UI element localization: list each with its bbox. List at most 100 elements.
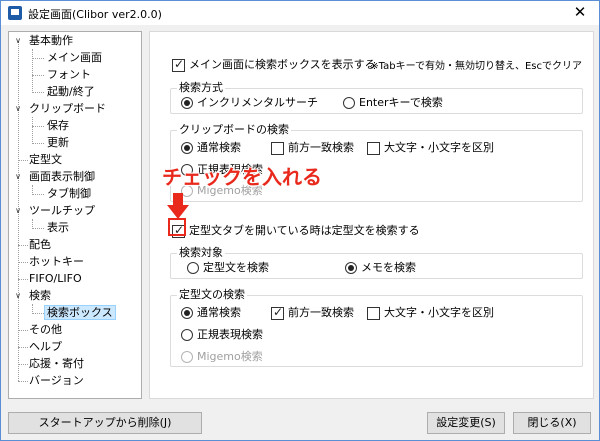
tree-item-label: ツールチップ: [29, 204, 95, 217]
tree-item[interactable]: メイン画面: [45, 49, 104, 66]
apply-button[interactable]: 設定変更(S): [427, 412, 505, 434]
tree-item[interactable]: FIFO/LIFO: [27, 270, 84, 287]
clipboard-search-title: クリップボードの検索: [177, 123, 291, 136]
tree-item[interactable]: ホットキー: [27, 253, 86, 270]
tree-item[interactable]: 更新: [45, 134, 71, 151]
tpl-normal-option[interactable]: 通常検索: [181, 306, 241, 320]
target-template-label: 定型文を検索: [203, 261, 269, 274]
incremental-option[interactable]: インクリメンタルサーチ: [181, 96, 318, 110]
tree-connector: [32, 126, 44, 127]
settings-window: 設定画面(Clibor ver2.0.0) ✕ ∨ 基本動作メイン画面フォント起動…: [0, 0, 600, 441]
tpl-regex-option[interactable]: 正規表現検索: [181, 328, 263, 342]
tree-branch-line: [32, 304, 33, 312]
tree-item[interactable]: 保存: [45, 117, 71, 134]
tree-connector: [32, 75, 44, 76]
tree-item[interactable]: 定型文: [27, 151, 64, 168]
tree-item[interactable]: 検索: [27, 287, 53, 304]
tree-connector: [32, 58, 44, 59]
tree-item[interactable]: 表示: [45, 219, 71, 236]
tree-item[interactable]: その他: [27, 321, 64, 338]
tree-item[interactable]: 画面表示制御: [27, 168, 97, 185]
enter-search-radio[interactable]: [343, 97, 355, 109]
clip-normal-radio[interactable]: [181, 142, 193, 154]
tree-item-label: 基本動作: [29, 34, 73, 47]
tree-item[interactable]: 起動/終了: [45, 83, 97, 100]
show-searchbox-option[interactable]: メイン画面に検索ボックスを表示する: [172, 57, 376, 72]
tree-item[interactable]: ヘルプ: [27, 338, 64, 355]
tree-item-label: ヘルプ: [29, 340, 62, 353]
shortcut-note: ※Tabキーで有効・無効切り替え、Escでクリア: [370, 61, 582, 72]
settings-tree[interactable]: ∨ 基本動作メイン画面フォント起動/終了 ∨ クリップボード保存更新 定型文 ∨ 画面表示制…: [8, 31, 142, 399]
tpl-prefix-checkbox[interactable]: [271, 305, 284, 320]
tree-branch-line: [32, 49, 33, 91]
target-template-option[interactable]: 定型文を検索: [187, 261, 269, 275]
tree-connector: [32, 228, 44, 229]
highlight-box: [168, 218, 186, 236]
template-search-group: 定型文の検索 通常検索 前方一致検索 大文字・小文字を区別 正規表現検索 Mig…: [170, 289, 583, 367]
clip-prefix-checkbox[interactable]: [271, 141, 284, 155]
search-method-title: 検索方式: [177, 81, 225, 94]
tree-item-label: 応援・寄付: [29, 357, 84, 370]
settings-panel: メイン画面に検索ボックスを表示する ※Tabキーで有効・無効切り替え、Escでク…: [149, 31, 594, 399]
tree-connector: [32, 194, 44, 195]
show-searchbox-label: メイン画面に検索ボックスを表示する: [189, 58, 376, 71]
tree-item-label: 保存: [47, 119, 69, 132]
collapse-toggle-icon[interactable]: ∨: [14, 287, 22, 304]
tree-item[interactable]: フォント: [45, 66, 93, 83]
incremental-radio[interactable]: [181, 97, 193, 109]
tpl-migemo-radio[interactable]: [181, 351, 193, 363]
template-tab-label: 定型文タブを開いている時は定型文を検索する: [189, 224, 420, 237]
close-button[interactable]: 閉じる(X): [513, 412, 591, 434]
clip-case-option[interactable]: 大文字・小文字を区別: [367, 141, 494, 155]
tree-connector: [32, 143, 44, 144]
tpl-case-checkbox[interactable]: [367, 306, 380, 320]
tree-item-label: タブ制御: [47, 187, 91, 200]
tree-item-label: FIFO/LIFO: [29, 272, 82, 285]
tpl-prefix-label: 前方一致検索: [288, 306, 354, 319]
tree-item[interactable]: ツールチップ: [27, 202, 97, 219]
target-memo-radio[interactable]: [345, 262, 357, 274]
tree-item-label: 表示: [47, 221, 69, 234]
search-method-group: 検索方式 インクリメンタルサーチ Enterキーで検索: [170, 82, 583, 114]
tpl-migemo-option[interactable]: Migemo検索: [181, 350, 263, 364]
app-icon: [8, 6, 22, 20]
clip-case-checkbox[interactable]: [367, 141, 380, 155]
tree-item[interactable]: 検索ボックス: [44, 304, 116, 321]
collapse-toggle-icon[interactable]: ∨: [14, 100, 22, 117]
tree-item-label: 配色: [29, 238, 51, 251]
tree-item[interactable]: クリップボード: [27, 100, 108, 117]
target-memo-label: メモを検索: [361, 261, 416, 274]
tree-item-label: 画面表示制御: [29, 170, 95, 183]
clip-normal-label: 通常検索: [197, 141, 241, 154]
tree-item-label: 検索: [29, 289, 51, 302]
tree-item[interactable]: 基本動作: [27, 32, 75, 49]
tpl-prefix-option[interactable]: 前方一致検索: [271, 305, 354, 320]
clip-normal-option[interactable]: 通常検索: [181, 141, 241, 155]
search-target-title: 検索対象: [177, 246, 225, 259]
clip-prefix-option[interactable]: 前方一致検索: [271, 141, 354, 155]
tree-item-label: バージョン: [29, 374, 84, 387]
tree-connector: [32, 313, 44, 314]
tree-item[interactable]: バージョン: [27, 372, 86, 389]
title-bar: 設定画面(Clibor ver2.0.0) ✕: [1, 1, 599, 25]
tpl-normal-radio[interactable]: [181, 307, 193, 319]
tree-item-label: メイン画面: [47, 51, 102, 64]
tree-item[interactable]: 応援・寄付: [27, 355, 86, 372]
tpl-case-option[interactable]: 大文字・小文字を区別: [367, 306, 494, 320]
tpl-regex-radio[interactable]: [181, 329, 193, 341]
enter-search-option[interactable]: Enterキーで検索: [343, 96, 443, 110]
startup-remove-button[interactable]: スタートアップから削除(J): [8, 412, 202, 434]
target-template-radio[interactable]: [187, 262, 199, 274]
show-searchbox-checkbox[interactable]: [172, 57, 185, 72]
tree-item[interactable]: 配色: [27, 236, 53, 253]
tpl-case-label: 大文字・小文字を区別: [384, 306, 494, 319]
template-tab-option[interactable]: 定型文タブを開いている時は定型文を検索する: [172, 223, 420, 238]
close-window-button[interactable]: ✕: [567, 3, 593, 21]
collapse-toggle-icon[interactable]: ∨: [14, 32, 22, 49]
tree-item[interactable]: タブ制御: [45, 185, 93, 202]
collapse-toggle-icon[interactable]: ∨: [14, 168, 22, 185]
tree-item-label: 起動/終了: [47, 85, 95, 98]
target-memo-option[interactable]: メモを検索: [345, 261, 416, 275]
collapse-toggle-icon[interactable]: ∨: [14, 202, 22, 219]
incremental-label: インクリメンタルサーチ: [197, 96, 318, 109]
